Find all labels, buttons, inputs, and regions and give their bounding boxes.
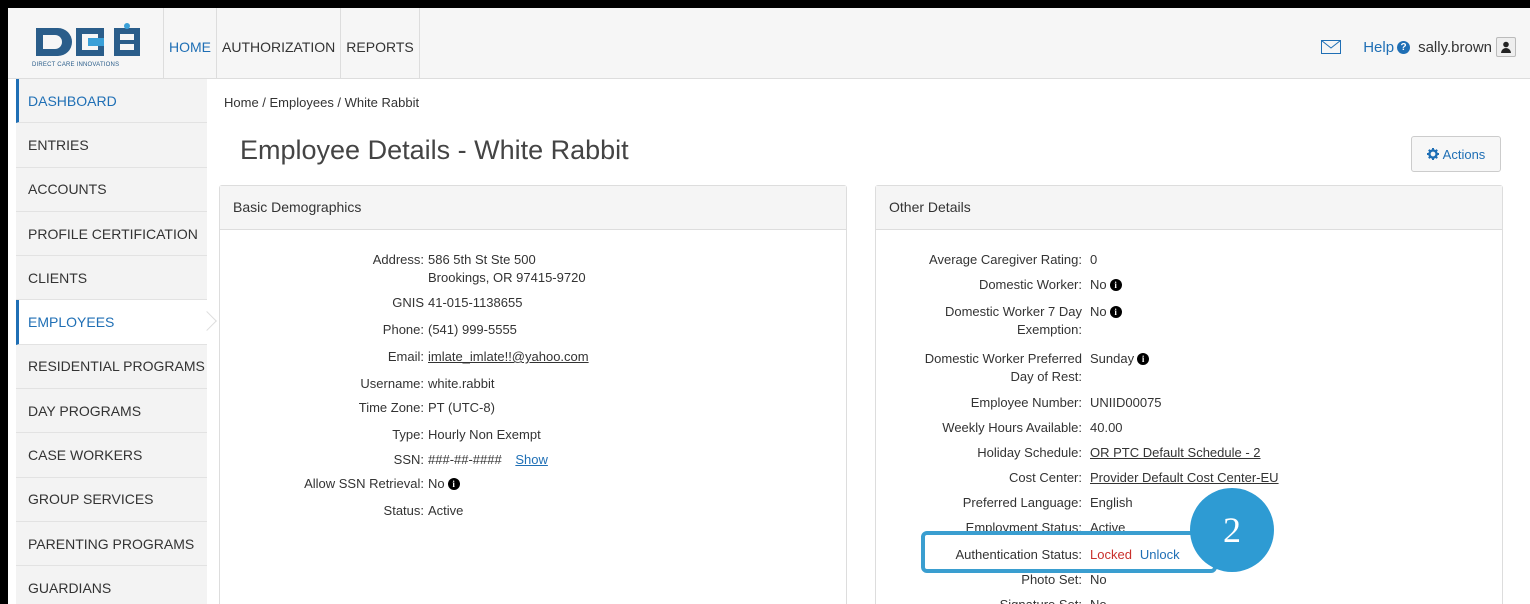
step-number-badge: 2 <box>1190 488 1274 572</box>
dw-rest-label-1: Domestic Worker Preferred <box>924 351 1082 366</box>
help-label: Help <box>1363 38 1395 56</box>
timezone-label: Time Zone: <box>358 400 424 415</box>
sidebar-item-accounts[interactable]: ACCOUNTS <box>16 167 207 212</box>
dw7-value: No <box>1090 304 1107 319</box>
allow-ssn-label: Allow SSN Retrieval: <box>304 476 424 491</box>
breadcrumb[interactable]: Home / Employees / White Rabbit <box>224 95 419 110</box>
ssn-label: SSN: <box>393 452 424 467</box>
phone-label: Phone: <box>382 322 424 337</box>
info-icon[interactable]: i <box>1109 306 1122 318</box>
signature-set-label: Signature Set: <box>1000 596 1082 604</box>
holiday-schedule-label: Holiday Schedule: <box>977 445 1082 460</box>
rating-value: 0 <box>1090 252 1098 267</box>
actions-button[interactable]: Actions <box>1411 136 1501 172</box>
user-menu-button[interactable] <box>1496 37 1516 57</box>
help-link[interactable]: Help ? <box>1363 38 1411 56</box>
domestic-worker-label: Domestic Worker: <box>978 277 1082 292</box>
status-value: Active <box>428 503 464 518</box>
email-label: Email: <box>387 349 424 364</box>
sidebar-item-profile-certification[interactable]: PROFILE CERTIFICATION <box>16 211 207 257</box>
dw-rest-value: Sunday <box>1090 351 1135 366</box>
gear-icon <box>1426 148 1439 160</box>
question-circle-icon: ? <box>1397 40 1411 54</box>
sidebar-item-case-workers[interactable]: CASE WORKERS <box>16 433 207 478</box>
preferred-language-value: English <box>1090 495 1133 510</box>
authentication-status-highlight <box>921 531 1217 573</box>
weekly-hours-label: Weekly Hours Available: <box>942 420 1082 435</box>
domestic-worker-value: No <box>1090 277 1107 292</box>
photo-set-label: Photo Set: <box>1021 572 1082 587</box>
gnis-value: 41-015-1138655 <box>428 295 523 310</box>
info-icon[interactable]: i <box>1137 353 1150 365</box>
sidebar-item-day-programs[interactable]: DAY PROGRAMS <box>16 389 207 434</box>
holiday-schedule-link[interactable]: OR PTC Default Schedule - 2 <box>1090 444 1261 462</box>
basic-demographics-heading: Basic Demographics <box>220 186 846 230</box>
app-window: DIRECT CARE INNOVATIONS HOME AUTHORIZATI… <box>8 8 1530 604</box>
ssn-show-link[interactable]: Show <box>515 452 548 467</box>
timezone-value: PT (UTC-8) <box>428 400 495 415</box>
sidebar: DASHBOARD ENTRIES ACCOUNTS PROFILE CERTI… <box>16 79 207 604</box>
main-nav: HOME AUTHORIZATION REPORTS <box>163 8 420 79</box>
dw7-label-1: Domestic Worker 7 Day <box>944 304 1082 319</box>
type-value: Hourly Non Exempt <box>428 427 541 442</box>
dw-rest-label-2: Day of Rest: <box>1010 369 1082 384</box>
dw7-label-2: Exemption: <box>1016 322 1082 337</box>
info-icon[interactable]: i <box>1109 279 1122 291</box>
allow-ssn-value: No <box>428 476 445 491</box>
sidebar-item-clients[interactable]: CLIENTS <box>16 256 207 301</box>
type-label: Type: <box>392 427 424 442</box>
page-title: Employee Details - White Rabbit <box>240 135 629 165</box>
sidebar-item-entries[interactable]: ENTRIES <box>16 123 207 168</box>
username-value: white.rabbit <box>428 376 495 391</box>
logo-mark-icon <box>32 22 149 60</box>
sidebar-item-parenting-programs[interactable]: PARENTING PROGRAMS <box>16 521 207 567</box>
top-navbar: DIRECT CARE INNOVATIONS HOME AUTHORIZATI… <box>8 8 1530 79</box>
other-details-heading: Other Details <box>876 186 1502 230</box>
cost-center-link[interactable]: Provider Default Cost Center-EU <box>1090 469 1279 487</box>
phone-value: (541) 999-5555 <box>428 322 517 337</box>
info-icon[interactable]: i <box>447 478 460 490</box>
basic-demographics-panel: Basic Demographics <box>219 185 847 604</box>
address-line1: 586 5th St Ste 500 <box>428 252 536 267</box>
username-field-label: Username: <box>360 376 424 391</box>
sidebar-item-residential-programs[interactable]: RESIDENTIAL PROGRAMS <box>16 344 207 390</box>
gnis-label: GNIS <box>392 295 424 310</box>
dci-logo[interactable]: DIRECT CARE INNOVATIONS <box>32 22 149 68</box>
user-icon <box>1501 41 1511 53</box>
signature-set-value: No <box>1090 596 1107 604</box>
logo-tagline: DIRECT CARE INNOVATIONS <box>32 62 120 68</box>
ssn-value: ###-##-#### <box>428 452 502 467</box>
cost-center-label: Cost Center: <box>1009 470 1082 485</box>
nav-reports[interactable]: REPORTS <box>341 8 420 79</box>
employee-number-label: Employee Number: <box>970 395 1082 410</box>
employee-number-value: UNIID00075 <box>1090 395 1162 410</box>
address-label: Address: <box>372 252 424 267</box>
actions-label: Actions <box>1442 146 1486 162</box>
status-label: Status: <box>383 503 424 518</box>
sidebar-item-guardians[interactable]: GUARDIANS <box>16 566 207 604</box>
rating-label: Average Caregiver Rating: <box>929 252 1082 267</box>
email-link[interactable]: imlate_imlate!!@yahoo.com <box>428 348 589 366</box>
address-line2: Brookings, OR 97415-9720 <box>428 270 586 285</box>
nav-authorization[interactable]: AUTHORIZATION <box>217 8 342 79</box>
username-label[interactable]: sally.brown <box>1418 39 1492 56</box>
weekly-hours-value: 40.00 <box>1090 420 1123 435</box>
photo-set-value: No <box>1090 572 1107 587</box>
sidebar-item-dashboard[interactable]: DASHBOARD <box>16 79 207 124</box>
sidebar-item-employees[interactable]: EMPLOYEES <box>16 300 207 345</box>
nav-home[interactable]: HOME <box>163 8 217 79</box>
preferred-language-label: Preferred Language: <box>962 495 1082 510</box>
user-nav: Help ? sally.brown <box>1321 37 1516 57</box>
sidebar-item-group-services[interactable]: GROUP SERVICES <box>16 477 207 522</box>
mail-icon[interactable] <box>1321 40 1342 54</box>
